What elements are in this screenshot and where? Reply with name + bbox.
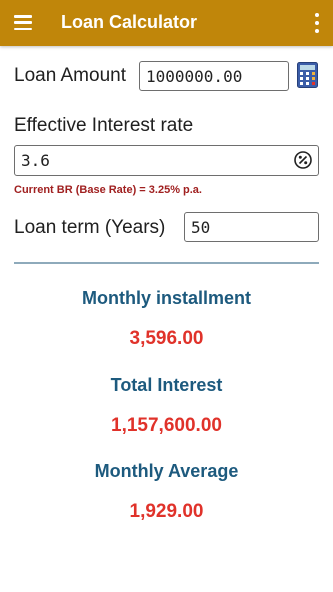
monthly-average-heading: Monthly Average (94, 461, 239, 481)
divider (14, 262, 319, 264)
app-title: Loan Calculator (61, 12, 198, 32)
monthly-installment-value: 3,596.00 (129, 328, 204, 349)
loan-amount-label: Loan Amount (14, 65, 126, 86)
loan-amount-value: 1000000.00 (146, 66, 243, 86)
monthly-average-value: 1,929.00 (129, 501, 204, 522)
percent-circle-icon[interactable] (294, 151, 312, 169)
app-bar: Loan Calculator (0, 0, 333, 46)
interest-input[interactable]: 3.6 (14, 145, 319, 176)
loan-term-value: 50 (191, 217, 211, 237)
base-rate-note: Current BR (Base Rate) = 3.25% p.a. (14, 184, 202, 196)
interest-value: 3.6 (21, 151, 50, 170)
monthly-installment-heading: Monthly installment (81, 288, 251, 308)
interest-label: Effective Interest rate (14, 115, 194, 136)
loan-term-label: Loan term (Years) (14, 217, 166, 238)
loan-amount-input[interactable]: 1000000.00 (139, 61, 289, 91)
total-interest-heading: Total Interest (110, 375, 223, 395)
more-vert-icon[interactable] (313, 13, 321, 33)
total-interest-value: 1,157,600.00 (111, 415, 222, 436)
calculator-icon[interactable] (297, 62, 318, 88)
loan-term-input[interactable]: 50 (184, 212, 319, 242)
hamburger-menu-icon[interactable] (14, 13, 34, 33)
